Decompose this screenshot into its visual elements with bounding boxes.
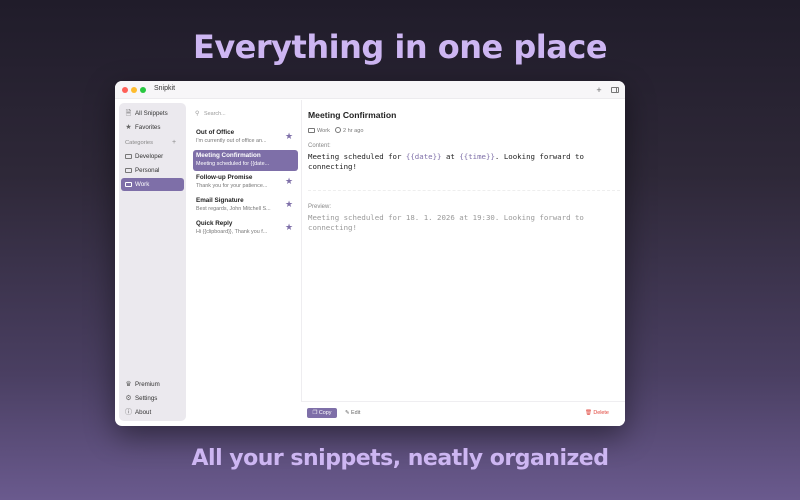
search-icon: ⚲: [195, 111, 200, 117]
snippet-preview: Best regards, John Mitchell S...: [196, 206, 271, 212]
minimize-window-button[interactable]: [131, 87, 137, 93]
search-placeholder: Search...: [204, 111, 226, 117]
edit-button-label: Edit: [351, 410, 361, 416]
snippet-title: Email Signature: [196, 197, 244, 204]
snippet-list: ⚲ Search... Out of Office I'm currently …: [190, 103, 300, 421]
sidebar-item-label: Premium: [135, 381, 160, 388]
sidebar-item-about[interactable]: ⓘ About: [121, 406, 184, 419]
snippet-detail-title: Meeting Confirmation: [308, 110, 397, 120]
sidebar-item-settings[interactable]: ⚙ Settings: [121, 392, 184, 405]
sidebar-item-label: Favorites: [135, 124, 161, 131]
favorite-star-icon[interactable]: ★: [285, 199, 293, 210]
snippet-meta: Work 2 hr ago: [308, 127, 363, 134]
sidebar-item-label: Settings: [135, 395, 158, 402]
list-item[interactable]: Meeting Confirmation Meeting scheduled f…: [193, 150, 298, 171]
divider: [308, 190, 620, 191]
sidebar-item-all-snippets[interactable]: 🗎 All Snippets: [121, 107, 184, 120]
snippet-preview: I'm currently out of office an...: [196, 138, 267, 144]
gear-icon: ⚙: [125, 395, 132, 402]
sidebar-item-label: Work: [135, 181, 150, 188]
app-title: Snipkit: [154, 85, 176, 92]
detail-footer: ❐ Copy ✎ Edit 🗑 Delete: [301, 401, 625, 426]
sidebar-item-personal[interactable]: Personal: [121, 164, 184, 177]
sidebar: 🗎 All Snippets ★ Favorites Categories + …: [119, 103, 186, 421]
snippet-category: Work: [317, 128, 330, 134]
content-text[interactable]: Meeting scheduled for {{date}} at {{time…: [308, 152, 608, 171]
copy-button-label: Copy: [318, 410, 332, 416]
snippet-title: Out of Office: [196, 129, 235, 136]
sidebar-item-developer[interactable]: Developer: [121, 150, 184, 163]
sidebar-item-favorites[interactable]: ★ Favorites: [121, 121, 184, 134]
clock-icon: [334, 127, 341, 133]
preview-line: connecting!: [308, 222, 357, 232]
snippet-title: Quick Reply: [196, 220, 233, 227]
add-snippet-button[interactable]: +: [593, 84, 605, 96]
snippet-preview: Meeting scheduled for {{date...: [196, 161, 270, 167]
snippet-title: Meeting Confirmation: [196, 152, 261, 159]
sidebar-item-label: All Snippets: [135, 110, 168, 117]
sidebar-item-label: Personal: [135, 167, 160, 174]
title-bar: Snipkit +: [115, 81, 625, 99]
folder-icon: [124, 178, 133, 192]
preview-label: Preview:: [308, 204, 332, 210]
favorite-star-icon[interactable]: ★: [285, 176, 293, 187]
folder-icon: [308, 128, 315, 133]
snippet-preview: Thank you for your patience...: [196, 183, 268, 189]
snippet-time: 2 hr ago: [342, 128, 364, 134]
variable-token: {{time}}: [459, 152, 495, 161]
headline-top: Everything in one place: [192, 28, 608, 66]
snippet-detail: Meeting Confirmation Work 2 hr ago Conten…: [301, 100, 625, 426]
copy-button[interactable]: ❐ Copy: [307, 408, 337, 418]
content-text-part: Meeting scheduled for: [308, 152, 406, 161]
content-text-part: connecting!: [308, 161, 357, 171]
snippet-preview: Hi {{clipboard}}, Thank you f...: [196, 229, 268, 235]
sidebar-item-label: Developer: [135, 153, 164, 160]
star-icon: ★: [125, 124, 132, 131]
content-text-part: . Looking forward to: [494, 152, 584, 161]
sidebar-item-label: About: [135, 409, 152, 416]
info-icon: ⓘ: [125, 409, 132, 416]
trash-icon: 🗑: [585, 410, 592, 416]
document-icon: 🗎: [125, 110, 132, 117]
sidebar-item-premium[interactable]: ♛ Premium: [121, 378, 184, 391]
variable-token: {{date}}: [405, 152, 442, 161]
copy-icon: ❐: [312, 410, 318, 416]
list-item[interactable]: Follow-up Promise Thank you for your pat…: [193, 172, 298, 193]
content-text-part: at: [441, 152, 460, 161]
add-category-button[interactable]: +: [172, 139, 176, 146]
app-window: Snipkit + 🗎 All Snippets ★ Favorites Cat…: [115, 81, 625, 426]
favorite-star-icon[interactable]: ★: [285, 222, 293, 233]
delete-button[interactable]: 🗑 Delete: [585, 408, 609, 418]
folder-icon: [124, 150, 133, 164]
crown-icon: ♛: [125, 381, 132, 388]
close-window-button[interactable]: [122, 87, 128, 93]
pencil-icon: ✎: [345, 410, 350, 416]
folder-icon: [124, 164, 133, 178]
toggle-sidebar-button[interactable]: [609, 84, 621, 96]
preview-line: Meeting scheduled for 18. 1. 2026 at 19:…: [308, 213, 584, 222]
list-item[interactable]: Quick Reply Hi {{clipboard}}, Thank you …: [193, 218, 298, 239]
plus-icon: +: [596, 85, 602, 95]
sidebar-icon: [611, 87, 619, 93]
list-item[interactable]: Out of Office I'm currently out of offic…: [193, 127, 298, 148]
sidebar-item-work[interactable]: Work: [121, 178, 184, 191]
edit-button[interactable]: ✎ Edit: [345, 408, 360, 418]
zoom-window-button[interactable]: [140, 87, 146, 93]
delete-button-label: Delete: [593, 410, 609, 416]
snippet-title: Follow-up Promise: [196, 174, 253, 181]
headline-bottom: All your snippets, neatly organized: [191, 446, 609, 471]
content-label: Content:: [308, 143, 331, 149]
favorite-star-icon[interactable]: ★: [285, 131, 293, 142]
search-input[interactable]: ⚲ Search...: [194, 109, 294, 119]
list-item[interactable]: Email Signature Best regards, John Mitch…: [193, 195, 298, 216]
preview-text: Meeting scheduled for 18. 1. 2026 at 19:…: [308, 213, 608, 232]
